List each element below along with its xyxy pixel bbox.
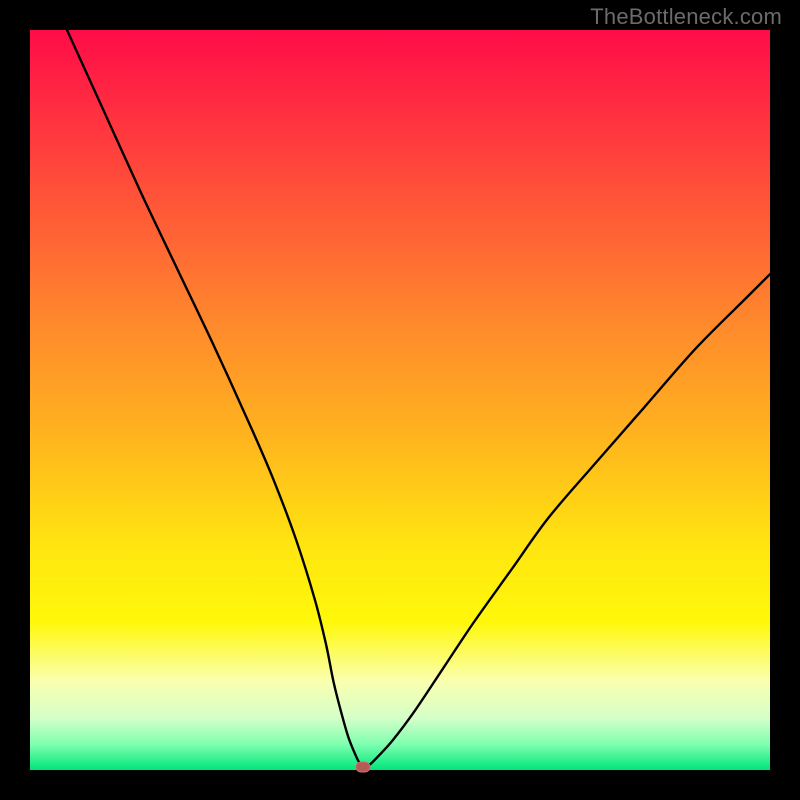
watermark-text: TheBottleneck.com [590,4,782,30]
optimum-marker [356,762,370,772]
plot-background [30,30,770,770]
chart-frame: { "watermark": "TheBottleneck.com", "col… [0,0,800,800]
bottleneck-chart [0,0,800,800]
